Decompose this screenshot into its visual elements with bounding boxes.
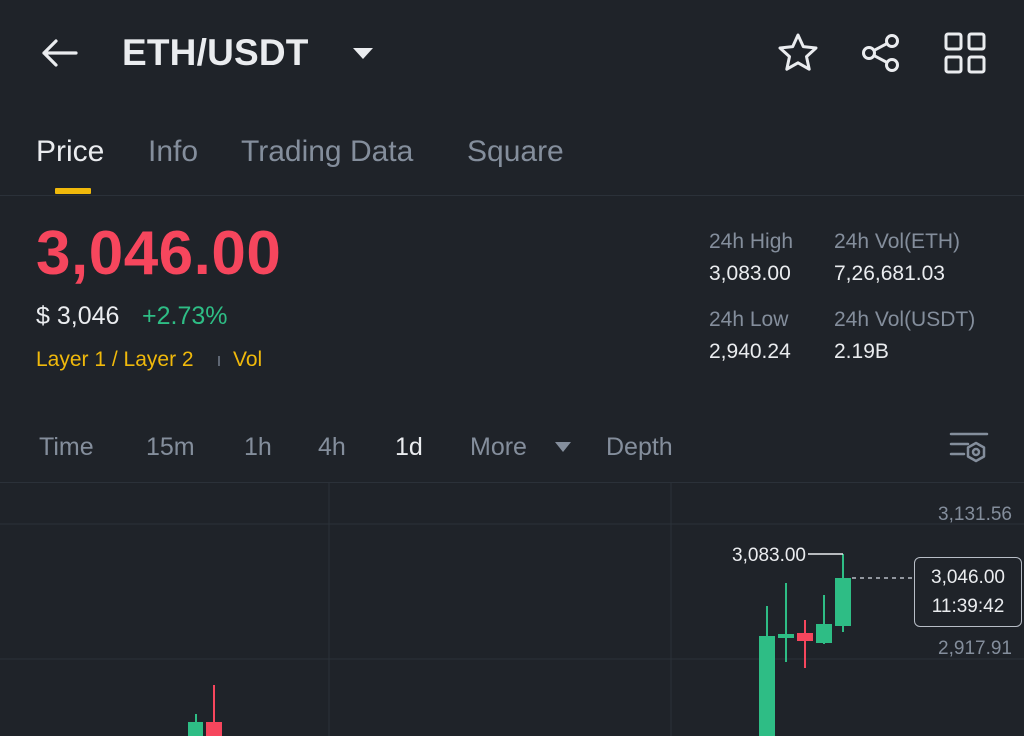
grid-icon — [944, 32, 986, 74]
share-icon — [862, 34, 899, 72]
candles-left — [188, 685, 222, 736]
candle-body — [778, 634, 794, 638]
tabs-divider — [0, 195, 1024, 196]
low-24h-label: 24h Low — [709, 308, 789, 331]
candle-body — [206, 722, 222, 736]
current-price-label: 3,046.00 — [931, 567, 1005, 588]
active-tab-indicator — [55, 188, 91, 194]
high-24h-label: 24h High — [709, 230, 794, 253]
tab-trading-data[interactable]: Trading Data — [241, 132, 413, 172]
vol-eth-24h-value: 7,26,681.03 — [834, 262, 945, 285]
candle-body — [835, 578, 851, 626]
usd-price: $ 3,046 — [36, 302, 120, 330]
interval-time[interactable]: Time — [39, 430, 94, 464]
candle-countdown: 11:39:42 — [931, 596, 1005, 617]
high-marker-label: 3,083.00 — [732, 545, 806, 566]
high-24h-value: 3,083.00 — [709, 262, 791, 285]
arrow-left-icon — [42, 39, 78, 67]
last-price: 3,046.00 — [36, 219, 282, 288]
interval-depth[interactable]: Depth — [606, 430, 673, 464]
tag-separator — [218, 356, 220, 366]
caret-down-icon[interactable] — [554, 440, 572, 454]
axis-label-mid: 2,917.91 — [938, 638, 1012, 659]
interval-15m[interactable]: 15m — [146, 430, 195, 464]
tab-info[interactable]: Info — [148, 132, 198, 172]
vol-usdt-24h-value: 2.19B — [834, 340, 889, 363]
more-menu-button[interactable] — [942, 30, 988, 76]
category-tag[interactable]: Layer 1 / Layer 2 — [36, 346, 194, 374]
vol-usdt-24h-label: 24h Vol(USDT) — [834, 308, 976, 331]
candles-right — [759, 554, 851, 736]
back-button[interactable] — [36, 30, 82, 76]
chart-settings-button[interactable] — [948, 428, 990, 466]
interval-4h[interactable]: 4h — [318, 430, 346, 464]
trading-pair-title[interactable]: ETH/USDT — [122, 30, 309, 76]
chart-settings-icon — [949, 432, 989, 463]
caret-down-icon[interactable] — [350, 40, 376, 66]
star-icon — [778, 33, 818, 71]
candle-body — [816, 624, 832, 643]
price-change-percent: +2.73% — [142, 302, 228, 330]
candle-body — [797, 633, 813, 641]
interval-more[interactable]: More — [470, 430, 527, 464]
candle-body — [759, 636, 775, 736]
vol-eth-24h-label: 24h Vol(ETH) — [834, 230, 961, 253]
low-24h-value: 2,940.24 — [709, 340, 791, 363]
candle-body — [188, 722, 203, 736]
favorite-button[interactable] — [775, 30, 821, 76]
tab-price[interactable]: Price — [36, 132, 104, 172]
axis-label-top: 3,131.56 — [938, 504, 1012, 525]
share-button[interactable] — [858, 30, 904, 76]
tab-square[interactable]: Square — [467, 132, 564, 172]
candlestick-chart[interactable]: 3,131.56 2,917.91 3,083.00 — [0, 482, 1024, 736]
interval-1h[interactable]: 1h — [244, 430, 272, 464]
vol-tag[interactable]: Vol — [233, 346, 262, 374]
interval-1d[interactable]: 1d — [395, 430, 423, 464]
